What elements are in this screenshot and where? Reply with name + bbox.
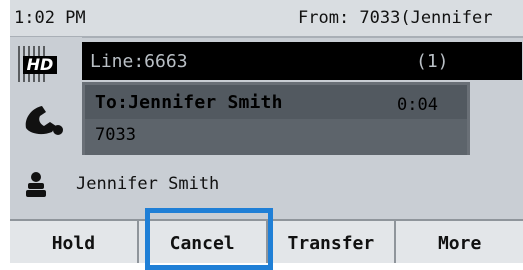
status-bar: 1:02 PM From: 7033(Jennifer xyxy=(10,0,523,38)
softkey-bar: Hold Cancel Transfer More xyxy=(10,219,523,263)
caller-id-from: From: 7033(Jennifer xyxy=(298,8,493,28)
call-number: 7033 xyxy=(95,125,136,145)
person-icon xyxy=(26,172,46,197)
handset-icon xyxy=(25,106,63,135)
contact-row[interactable]: Jennifer Smith xyxy=(10,162,523,204)
active-call-panel[interactable]: To:Jennifer Smith 0:04 7033 xyxy=(82,82,470,155)
transfer-softkey[interactable]: Transfer xyxy=(268,221,397,263)
cancel-softkey[interactable]: Cancel xyxy=(139,221,268,263)
call-to-name: To:Jennifer Smith xyxy=(95,92,283,113)
contact-name: Jennifer Smith xyxy=(76,174,220,194)
hold-softkey[interactable]: Hold xyxy=(10,221,139,263)
line-label: Line:6663 xyxy=(90,51,188,72)
status-time: 1:02 PM xyxy=(14,8,86,28)
call-duration: 0:04 xyxy=(397,95,438,115)
more-softkey[interactable]: More xyxy=(396,221,523,263)
phone-screen: 1:02 PM From: 7033(Jennifer HD Line:6663… xyxy=(10,0,523,263)
line-call-count: (1) xyxy=(416,51,449,72)
call-panel-body xyxy=(85,119,467,155)
hd-logo-text: HD xyxy=(23,56,57,74)
hd-voice-logo: HD xyxy=(10,37,82,95)
line-bar[interactable]: Line:6663 (1) xyxy=(82,42,522,80)
